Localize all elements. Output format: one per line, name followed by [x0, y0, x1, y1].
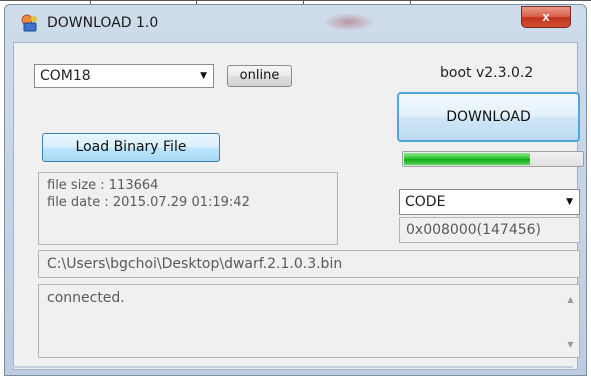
file-info-box: file size : 113664 file date : 2015.07.2…: [38, 172, 338, 245]
log-text: connected.: [47, 290, 125, 306]
chevron-down-icon: ▼: [566, 197, 573, 207]
load-binary-file-button[interactable]: Load Binary File: [42, 133, 220, 162]
online-button[interactable]: online: [227, 65, 292, 87]
log-textarea[interactable]: connected. ▲ ▼: [38, 284, 580, 358]
address-value: 0x008000(147456): [406, 222, 542, 238]
app-icon: [21, 14, 39, 32]
close-button[interactable]: x: [521, 6, 571, 28]
boot-version-label: boot v2.3.0.2: [440, 65, 534, 81]
com-port-value: COM18: [40, 68, 91, 84]
file-date-text: file date : 2015.07.29 01:19:42: [47, 195, 250, 210]
memory-region-value: CODE: [405, 194, 446, 210]
client-area: COM18 ▼ online boot v2.3.0.2 DOWNLOAD Lo…: [13, 42, 584, 370]
close-icon: x: [542, 9, 550, 24]
scroll-down-icon[interactable]: ▼: [562, 336, 579, 353]
download-button-label: DOWNLOAD: [446, 109, 531, 125]
scroll-up-icon[interactable]: ▲: [562, 291, 579, 308]
download-progress-bar: [402, 151, 584, 167]
load-binary-file-label: Load Binary File: [75, 139, 187, 155]
log-scrollbar[interactable]: ▲ ▼: [562, 285, 579, 357]
file-path-text: C:\Users\bgchoi\Desktop\dwarf.2.1.0.3.bi…: [47, 256, 343, 272]
online-button-label: online: [239, 68, 280, 83]
download-window: DOWNLOAD 1.0 x COM18 ▼ online boot v2.3.…: [4, 4, 587, 376]
file-size-text: file size : 113664: [47, 178, 159, 193]
title-bar[interactable]: DOWNLOAD 1.0 x: [5, 5, 586, 41]
address-display: 0x008000(147456): [399, 217, 580, 243]
window-bottom-edge: [8, 366, 573, 368]
download-button[interactable]: DOWNLOAD: [397, 92, 580, 142]
top-border-line: [0, 0, 591, 1]
progress-fill: [404, 153, 530, 165]
file-path-field[interactable]: C:\Users\bgchoi\Desktop\dwarf.2.1.0.3.bi…: [38, 250, 580, 278]
memory-region-select[interactable]: CODE ▼: [399, 189, 580, 215]
title-blur-artifact: [323, 13, 375, 31]
com-port-select[interactable]: COM18 ▼: [34, 64, 214, 88]
chevron-down-icon: ▼: [200, 71, 207, 81]
window-title: DOWNLOAD 1.0: [47, 15, 159, 31]
